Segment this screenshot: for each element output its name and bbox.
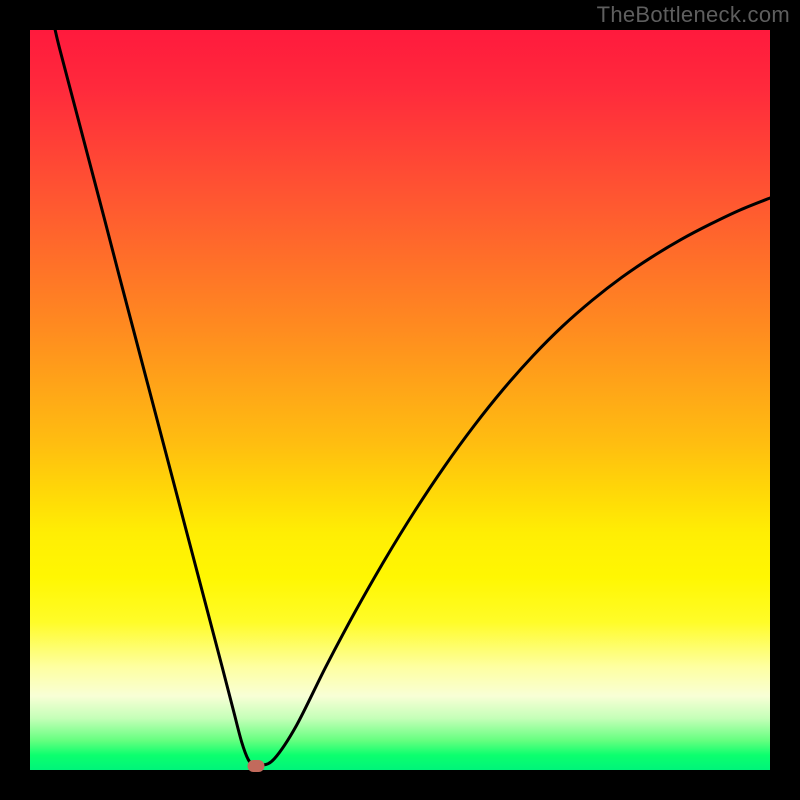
curve-path: [55, 30, 770, 766]
bottleneck-curve: [30, 30, 770, 770]
minimum-marker: [247, 760, 264, 772]
watermark-text: TheBottleneck.com: [597, 2, 790, 28]
plot-area: [30, 30, 770, 770]
chart-frame: TheBottleneck.com: [0, 0, 800, 800]
